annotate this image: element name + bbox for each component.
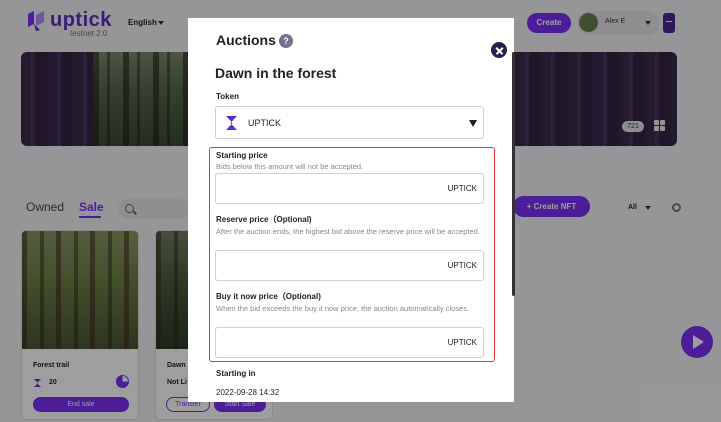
nft-name: Dawn in the forest xyxy=(215,65,337,81)
reserve-price-help: After the auction ends, the highest bid … xyxy=(216,227,480,236)
starting-price-label: Starting price xyxy=(216,151,268,160)
token-value: UPTICK xyxy=(248,118,282,128)
uptick-token-icon xyxy=(226,116,237,130)
price-unit: UPTICK xyxy=(447,184,477,193)
caret-down-icon[interactable] xyxy=(469,120,477,127)
starting-price-input[interactable]: UPTICK xyxy=(215,173,484,204)
starting-in-label: Starting in xyxy=(216,369,256,378)
token-select[interactable]: UPTICK xyxy=(215,106,484,139)
help-icon[interactable]: ? xyxy=(279,34,293,48)
buy-now-price-help: When the bid exceeds the buy it now pric… xyxy=(216,304,470,313)
price-unit: UPTICK xyxy=(447,261,477,270)
price-unit: UPTICK xyxy=(447,338,477,347)
buy-now-price-input[interactable]: UPTICK xyxy=(215,327,484,358)
modal-scrollbar[interactable] xyxy=(512,52,515,296)
reserve-price-input[interactable]: UPTICK xyxy=(215,250,484,281)
reserve-price-label: Reserve price（Optional) xyxy=(216,215,312,224)
buy-now-price-label: Buy it now price（Optional) xyxy=(216,292,321,301)
auction-modal: Auctions ? Dawn in the forest Token UPTI… xyxy=(188,18,514,402)
starting-in-value[interactable]: 2022-09-28 14:32 xyxy=(216,388,279,397)
starting-price-help: Bids below this amount will not be accep… xyxy=(216,162,364,171)
close-icon[interactable] xyxy=(490,41,508,59)
token-label: Token xyxy=(216,92,239,101)
modal-title: Auctions xyxy=(216,32,276,48)
